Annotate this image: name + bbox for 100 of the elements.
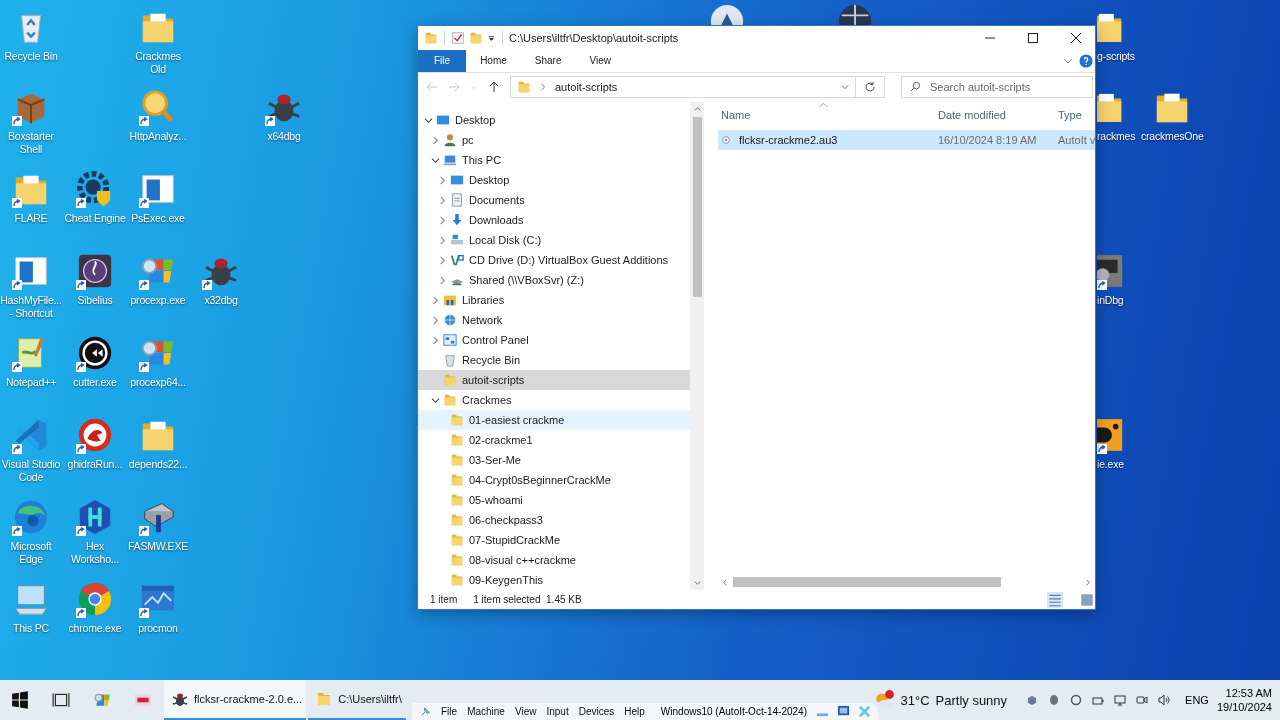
tree-item[interactable]: 05-whoami — [418, 490, 690, 511]
window-logo-icon[interactable] — [93, 691, 111, 709]
start-icon[interactable] — [11, 691, 29, 709]
checkbox-icon[interactable] — [451, 31, 465, 45]
scroll-left-icon[interactable] — [721, 577, 730, 587]
language-indicator[interactable]: ENG — [1185, 694, 1209, 706]
details-view-icon[interactable] — [1047, 591, 1063, 608]
chevron-down-icon[interactable] — [431, 155, 440, 165]
tree-item[interactable]: 07-StupidCrackMe — [418, 530, 690, 551]
tree-item[interactable]: Documents — [418, 190, 690, 211]
tree-item[interactable]: Shared (\\VBoxSvr) (Z:) — [418, 270, 690, 291]
monitor-icon[interactable] — [1114, 694, 1127, 706]
tree-item[interactable]: This PC — [418, 150, 690, 171]
volume-icon[interactable] — [1158, 694, 1171, 706]
tree-item[interactable]: 06-checkpass3 — [418, 510, 690, 531]
chevron-right-icon[interactable] — [431, 315, 440, 325]
tray-icon[interactable] — [1070, 694, 1083, 706]
tree-item[interactable]: 04-Crypt0sBeginnerCrackMe — [418, 470, 690, 491]
battery-icon[interactable] — [1092, 694, 1105, 706]
tree-item[interactable]: 02-crackme1 — [418, 430, 690, 451]
file-tab[interactable]: File — [418, 50, 467, 72]
tree-item[interactable]: Desktop — [418, 170, 690, 191]
ribbon-tab[interactable]: View — [575, 50, 625, 72]
icon-label[interactable]: rackmes — [1097, 130, 1136, 143]
tree-item[interactable]: Downloads — [418, 210, 690, 231]
tree-item[interactable]: Local Disk (C:) — [418, 230, 690, 251]
tree-item[interactable]: Libraries — [418, 290, 690, 311]
task-view-icon[interactable] — [52, 691, 70, 709]
clef-icon[interactable] — [76, 252, 114, 290]
chevron-right-icon[interactable] — [438, 255, 447, 265]
tree-item[interactable]: 01-easiest crackme — [418, 410, 690, 431]
camera-icon[interactable] — [1136, 694, 1149, 706]
chevron-right-icon[interactable] — [438, 275, 447, 285]
menu-item[interactable]: File — [437, 706, 462, 717]
scroll-right-icon[interactable] — [1083, 577, 1093, 587]
icon-label[interactable]: g-scripts — [1097, 50, 1135, 63]
file-row[interactable]: flcksr-crackme2.au3 16/10/2024 8:19 AM AutoIt v — [718, 130, 1096, 151]
menu-item[interactable]: Machine — [463, 706, 509, 717]
chevron-right-icon[interactable] — [431, 335, 440, 345]
scroll-down-icon[interactable] — [692, 578, 702, 588]
dragon-icon[interactable] — [76, 416, 114, 454]
tray-icon[interactable] — [1048, 694, 1061, 706]
help-icon[interactable] — [1079, 53, 1093, 68]
ribbon-tab[interactable]: Home — [466, 50, 521, 72]
large-icons-view-icon[interactable] — [1079, 591, 1095, 608]
tree-item[interactable]: Control Panel — [418, 330, 690, 351]
tree-item[interactable]: 08-visual c++crackme — [418, 550, 690, 571]
tree-item[interactable]: 03-Ser-Me — [418, 450, 690, 471]
search-field[interactable]: Search autoit-scripts — [901, 76, 1093, 99]
chevron-right-icon[interactable] — [438, 235, 447, 245]
pin-icon[interactable] — [419, 705, 432, 718]
column-header[interactable]: Name — [721, 109, 938, 122]
shortcut-arrow-icon — [76, 444, 86, 454]
scroll-thumb[interactable] — [733, 577, 1001, 588]
menu-item[interactable]: Devices — [574, 706, 619, 717]
scroll-thumb[interactable] — [692, 117, 702, 298]
tree-item[interactable]: 09-KeygenThis — [418, 570, 690, 591]
column-header[interactable]: Date modified — [938, 109, 1058, 122]
tree-item[interactable]: Crackmes — [418, 390, 690, 411]
taskbar-window-button[interactable]: C:\Users\iltfr\ — [308, 680, 406, 720]
dropdown-icon[interactable] — [487, 33, 496, 43]
icon-label[interactable]: crackmesOne — [1141, 130, 1203, 143]
chevron-down-icon[interactable] — [431, 395, 440, 405]
column-header[interactable]: Type — [1058, 109, 1082, 122]
address-bar[interactable]: autoit-scripts — [510, 76, 856, 99]
chevron-right-icon[interactable] — [438, 195, 447, 205]
scrollbar[interactable] — [690, 102, 704, 591]
chevron-down-icon[interactable] — [424, 115, 433, 125]
tray-icon[interactable] — [1026, 694, 1039, 706]
temperature[interactable]: 31°C — [900, 692, 930, 708]
tree-item[interactable]: Recycle Bin — [418, 350, 690, 371]
up-arrow-icon[interactable] — [488, 81, 500, 94]
menu-item[interactable]: View — [510, 706, 541, 717]
taskbar-window-button[interactable]: flcksr-crackme-2.0.e... — [164, 680, 307, 720]
debugger-icon[interactable] — [1097, 252, 1125, 290]
browser-icon[interactable] — [76, 580, 114, 618]
chevron-right-icon[interactable] — [431, 135, 440, 145]
globe-icon[interactable] — [836, 2, 874, 25]
menu-item[interactable]: Input — [542, 706, 573, 717]
clock-time[interactable]: 12:53 AM — [1225, 686, 1272, 700]
tree-item[interactable]: CD Drive (D:) VirtualBox Guest Additions — [418, 250, 690, 271]
weather-text[interactable]: Partly sunny — [935, 692, 1008, 708]
ribbon-tab[interactable]: Share — [520, 50, 576, 72]
menu-item[interactable]: Help — [620, 706, 649, 717]
chevron-right-icon[interactable] — [438, 215, 447, 225]
clock-date[interactable]: 19/10/2024 — [1216, 700, 1272, 714]
folder-icon — [450, 533, 464, 548]
icon-label[interactable]: inDbg — [1097, 294, 1124, 307]
icon-label[interactable]: ie.exe — [1097, 458, 1124, 471]
app-icon[interactable] — [1097, 416, 1125, 454]
refresh-button[interactable] — [855, 76, 885, 99]
chevron-right-icon[interactable] — [431, 295, 440, 305]
tree-item[interactable]: pc — [418, 130, 690, 151]
tree-item[interactable]: Desktop — [418, 110, 690, 131]
chevron-right-icon[interactable] — [438, 175, 447, 185]
cutter-icon[interactable] — [76, 334, 114, 372]
browser-icon[interactable] — [12, 498, 50, 536]
tree-item[interactable]: Network — [418, 310, 690, 331]
window-icon[interactable] — [837, 705, 850, 718]
tree-item[interactable]: autoit-scripts — [418, 370, 690, 391]
